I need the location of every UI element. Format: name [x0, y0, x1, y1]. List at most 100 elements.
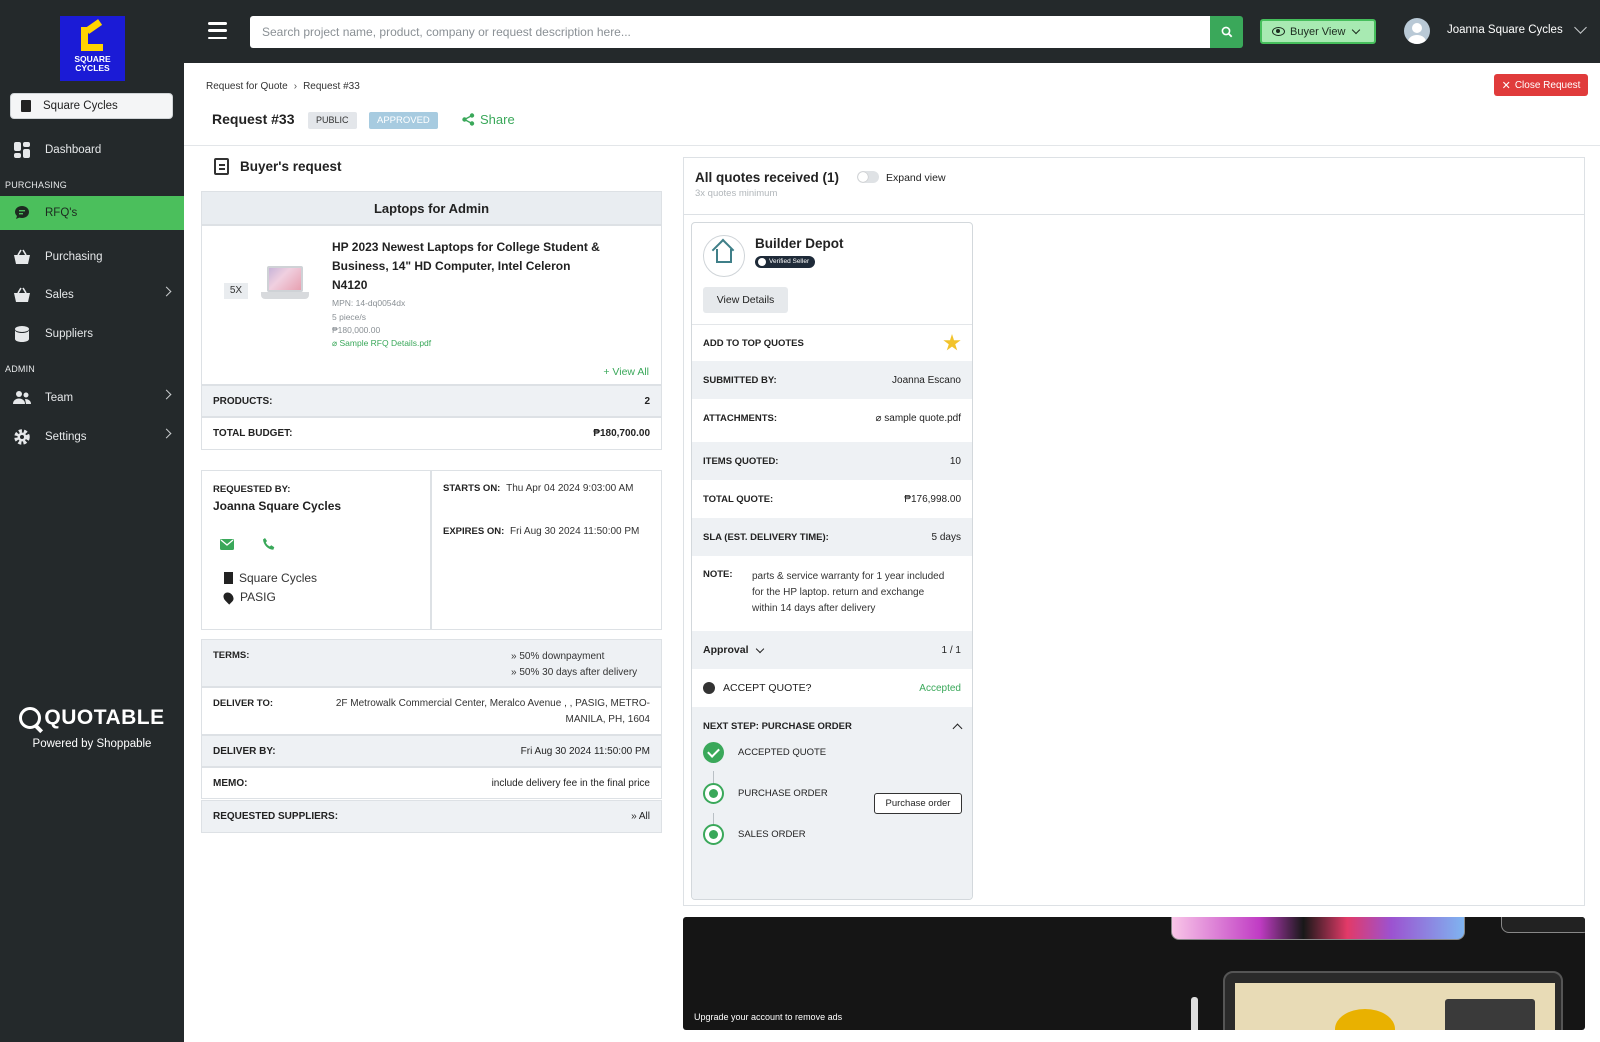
sidebar-item-rfqs[interactable]: RFQ's	[0, 196, 184, 230]
sidebar-item-label: Suppliers	[45, 328, 93, 340]
chevron-right-icon	[161, 286, 172, 297]
sla-label: SLA (EST. DELIVERY TIME):	[703, 531, 829, 543]
sidebar-item-label: Settings	[45, 431, 87, 443]
ad-tablet-image	[1171, 917, 1465, 940]
expand-view-toggle[interactable]	[857, 171, 879, 183]
eye-icon	[1272, 27, 1285, 36]
location-name: PASIG	[240, 590, 276, 604]
requested-suppliers-row: REQUESTED SUPPLIERS: » All	[201, 800, 662, 833]
sla-row: SLA (EST. DELIVERY TIME): 5 days	[692, 518, 972, 556]
submitted-by-row: SUBMITTED BY: Joanna Escano	[692, 361, 972, 399]
verified-seller-badge: Verified Seller	[755, 256, 816, 268]
requester-name: Joanna Square Cycles	[213, 499, 342, 513]
quote-attachment-name: sample quote.pdf	[884, 413, 961, 424]
dates-panel: STARTS ON: Thu Apr 04 2024 9:03:00 AM EX…	[431, 470, 662, 630]
step-accepted-quote: ACCEPTED QUOTE	[703, 742, 826, 763]
expires-value: Fri Aug 30 2024 11:50:00 PM	[510, 526, 640, 537]
suppliers-value: » All	[631, 811, 650, 822]
chevron-down-icon	[1352, 25, 1361, 35]
buyers-request-title: Buyer's request	[240, 159, 342, 174]
buyer-view-dropdown[interactable]: Buyer View	[1260, 19, 1376, 44]
public-badge: PUBLIC	[308, 112, 357, 129]
purchase-order-button[interactable]: Purchase order	[874, 793, 962, 814]
ad-tablet-image	[1223, 971, 1563, 1030]
close-request-label: Close Request	[1514, 79, 1581, 91]
approval-toggle[interactable]: Approval	[703, 644, 764, 656]
sidebar-item-purchasing[interactable]: Purchasing	[0, 240, 184, 274]
ad-banner[interactable]: Upgrade your account to remove ads	[683, 917, 1585, 1030]
product-name: HP 2023 Newest Laptops for College Stude…	[332, 240, 600, 292]
product-mpn: MPN: 14-dq0054dx	[332, 298, 406, 308]
attachments-row: ATTACHMENTS: ⌀ sample quote.pdf	[692, 399, 972, 438]
star-icon[interactable]	[943, 334, 961, 351]
accept-label: ACCEPT QUOTE?	[723, 681, 812, 694]
quote-attachment-link[interactable]: ⌀ sample quote.pdf	[875, 413, 961, 424]
store-selector[interactable]: Square Cycles	[10, 93, 173, 119]
sidebar-item-dashboard[interactable]: Dashboard	[0, 133, 184, 167]
share-label: Share	[480, 112, 515, 127]
chevron-up-icon[interactable]	[952, 723, 963, 733]
breadcrumb-separator: ›	[293, 81, 298, 92]
nav-section-admin: ADMIN	[5, 364, 35, 374]
product-attachment-link[interactable]: ⌀ Sample RFQ Details.pdf	[332, 338, 431, 349]
search-input[interactable]	[250, 16, 1190, 48]
breadcrumb-rfq[interactable]: Request for Quote	[206, 81, 288, 92]
product-price: ₱180,000.00	[332, 325, 381, 335]
memo-label: MEMO:	[213, 777, 248, 789]
step-dot-icon	[703, 824, 724, 845]
sidebar-item-team[interactable]: Team	[0, 381, 184, 415]
step-label: SALES ORDER	[738, 829, 806, 840]
expires-label: EXPIRES ON:	[443, 526, 505, 537]
seller-logo	[703, 235, 745, 277]
products-row: PRODUCTS: 2	[201, 385, 662, 417]
email-icon[interactable]	[220, 539, 234, 550]
sidebar-item-suppliers[interactable]: Suppliers	[0, 317, 184, 351]
starts-label: STARTS ON:	[443, 483, 501, 494]
address-line: MANILA, PH, 1604	[565, 714, 650, 725]
product-pieces: 5 piece/s	[332, 312, 367, 322]
approval-row[interactable]: Approval 1 / 1	[692, 631, 972, 669]
search-icon	[1221, 26, 1232, 38]
chevron-right-icon	[161, 428, 172, 439]
view-all-link[interactable]: + View All	[603, 366, 649, 378]
paperclip-icon: ⌀	[875, 413, 885, 424]
budget-row: TOTAL BUDGET: ₱180,700.00	[201, 417, 662, 450]
sidebar-item-settings[interactable]: Settings	[0, 420, 184, 454]
company-logo[interactable]: SQUARE CYCLES	[60, 16, 125, 81]
share-button[interactable]: Share	[462, 112, 515, 127]
quotes-title: All quotes received (1)	[695, 170, 840, 185]
logo-text: SQUARE CYCLES	[74, 53, 111, 73]
menu-icon[interactable]	[208, 22, 227, 39]
add-top-quotes-row[interactable]: ADD TO TOP QUOTES	[692, 324, 972, 361]
avatar[interactable]	[1404, 18, 1430, 44]
topbar: Buyer View Joanna Square Cycles	[184, 0, 1600, 63]
chevron-down-icon[interactable]	[1574, 21, 1587, 34]
next-step-header[interactable]: NEXT STEP: PURCHASE ORDER	[692, 707, 972, 745]
product-image[interactable]	[261, 264, 309, 306]
accept-status: Accepted	[919, 682, 961, 694]
search-button[interactable]	[1210, 16, 1243, 48]
close-request-button[interactable]: ✕ Close Request	[1494, 74, 1588, 96]
building-icon	[21, 100, 31, 112]
sidebar: SQUARE CYCLES Square Cycles Dashboard PU…	[0, 0, 184, 1042]
house-icon	[716, 249, 732, 263]
deliver-to-label: DELIVER TO:	[213, 698, 273, 709]
deliver-by-label: DELIVER BY:	[213, 745, 276, 757]
user-name[interactable]: Joanna Square Cycles	[1447, 24, 1563, 36]
deliver-by-row: DELIVER BY: Fri Aug 30 2024 11:50:00 PM	[201, 735, 662, 767]
suppliers-label: REQUESTED SUPPLIERS:	[213, 811, 339, 822]
starts-value: Thu Apr 04 2024 9:03:00 AM	[506, 483, 634, 494]
note-row: NOTE: parts & service warranty for 1 yea…	[703, 569, 947, 617]
sidebar-item-sales[interactable]: Sales	[0, 278, 184, 312]
step-dot-icon	[703, 783, 724, 804]
phone-icon[interactable]	[262, 537, 276, 551]
memo-row: MEMO: include delivery fee in the final …	[201, 767, 662, 799]
company-line: Square Cycles	[224, 571, 317, 585]
note-text: parts & service warranty for 1 year incl…	[752, 571, 945, 614]
view-details-button[interactable]: View Details	[703, 287, 788, 313]
budget-label: TOTAL BUDGET:	[213, 428, 293, 439]
dashboard-icon	[13, 142, 31, 158]
address-line: 2F Metrowalk Commercial Center, Meralco …	[335, 698, 650, 709]
store-name: Square Cycles	[43, 100, 118, 112]
view-all-label: View All	[612, 366, 649, 378]
